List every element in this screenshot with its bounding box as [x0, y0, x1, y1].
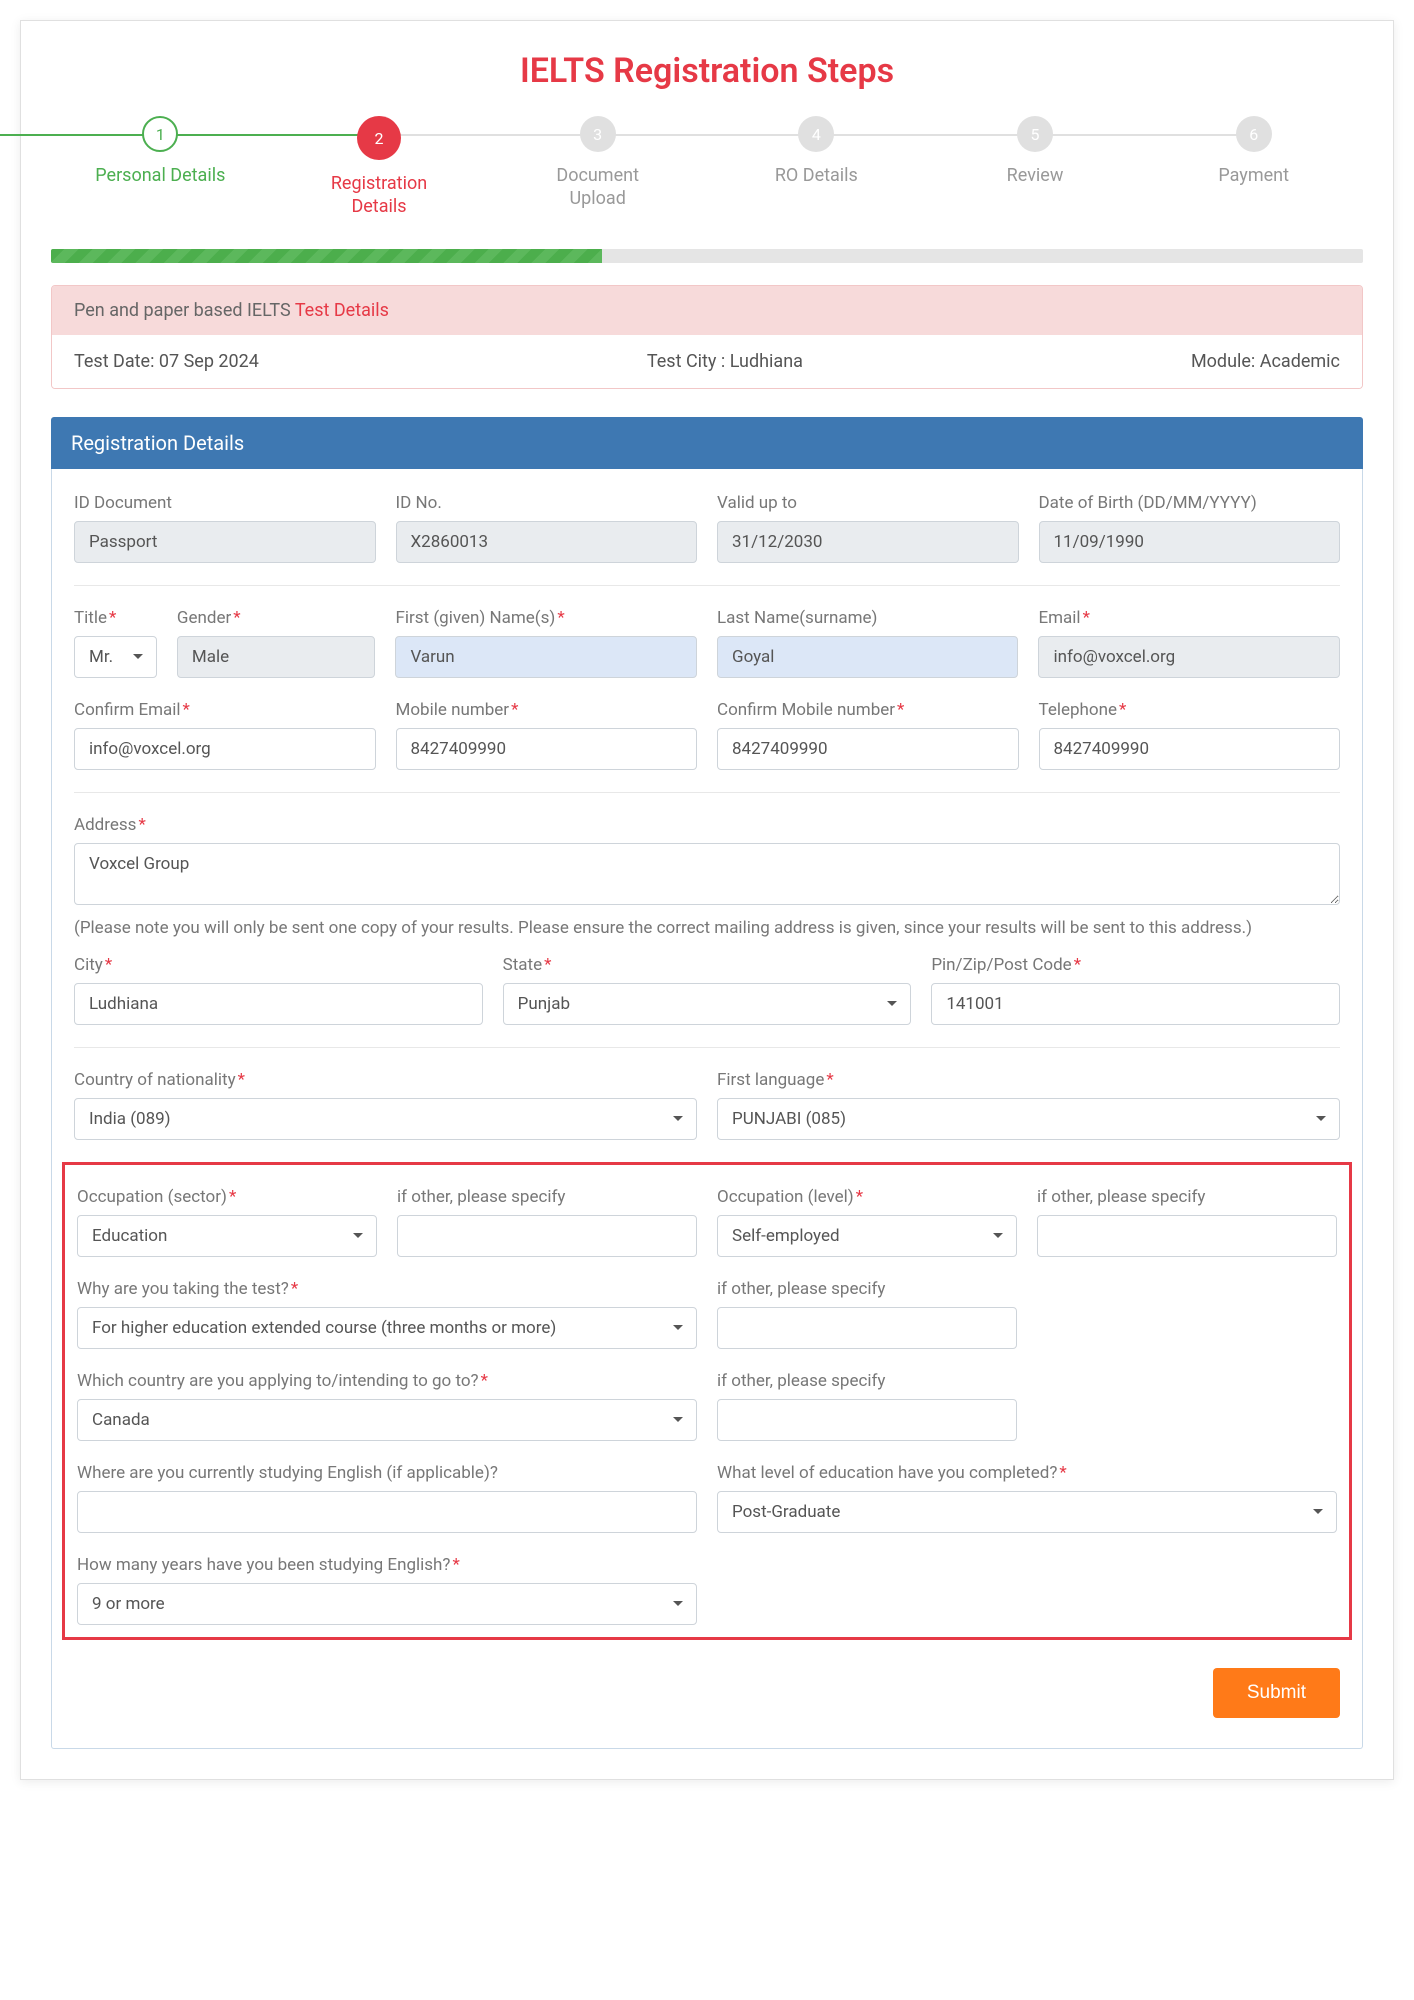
label-telephone: Telephone* — [1039, 700, 1341, 720]
education-level-select[interactable]: Post-Graduate — [717, 1491, 1337, 1533]
test-details-link[interactable]: Test Details — [295, 300, 389, 321]
confirm-mobile-input[interactable] — [717, 728, 1019, 770]
label-last-name: Last Name(surname) — [717, 608, 1019, 628]
label-gender: Gender* — [177, 608, 376, 628]
label-years-english: How many years have you been studying En… — [77, 1555, 697, 1575]
state-select[interactable]: Punjab — [503, 983, 912, 1025]
mobile-input[interactable] — [396, 728, 698, 770]
title-select[interactable]: Mr. — [74, 636, 157, 678]
step-circle: 3 — [580, 116, 616, 152]
label-valid-upto: Valid up to — [717, 493, 1019, 513]
label-pin: Pin/Zip/Post Code* — [931, 955, 1340, 975]
occupation-level-select[interactable]: Self-employed — [717, 1215, 1017, 1257]
submit-button[interactable]: Submit — [1213, 1668, 1340, 1718]
step-2[interactable]: 2 RegistrationDetails — [270, 116, 489, 219]
years-english-select[interactable]: 9 or more — [77, 1583, 697, 1625]
label-city: City* — [74, 955, 483, 975]
label-occ-level: Occupation (level)* — [717, 1187, 1017, 1207]
label-confirm-email: Confirm Email* — [74, 700, 376, 720]
step-label: RO Details — [707, 164, 926, 187]
progress-bar — [51, 249, 1363, 263]
first-language-select[interactable]: PUNJABI (085) — [717, 1098, 1340, 1140]
label-country-apply-other: if other, please specify — [717, 1371, 1017, 1391]
valid-upto-input[interactable] — [717, 521, 1019, 563]
id-no-input[interactable] — [396, 521, 698, 563]
step-6[interactable]: 6 Payment — [1144, 116, 1363, 187]
occupation-sector-other-input[interactable] — [397, 1215, 697, 1257]
pin-input[interactable] — [931, 983, 1340, 1025]
section-body: ID Document Passport ID No. Valid up to … — [51, 469, 1363, 1749]
test-date: Test Date: 07 Sep 2024 — [74, 351, 259, 372]
label-dob: Date of Birth (DD/MM/YYYY) — [1039, 493, 1341, 513]
step-4[interactable]: 4 RO Details — [707, 116, 926, 187]
label-occ-sector-other: if other, please specify — [397, 1187, 697, 1207]
section-header: Registration Details — [51, 417, 1363, 469]
test-city: Test City : Ludhiana — [647, 351, 803, 372]
label-first-name: First (given) Name(s)* — [395, 608, 697, 628]
label-email: Email* — [1038, 608, 1340, 628]
id-document-select[interactable]: Passport — [74, 521, 376, 563]
label-id-no: ID No. — [396, 493, 698, 513]
label-state: State* — [503, 955, 912, 975]
registration-container: IELTS Registration Steps 1 Personal Detai… — [20, 20, 1394, 1780]
why-test-select[interactable]: For higher education extended course (th… — [77, 1307, 697, 1349]
test-banner-prefix: Pen and paper based IELTS — [74, 300, 295, 321]
label-mobile: Mobile number* — [396, 700, 698, 720]
last-name-input[interactable] — [717, 636, 1019, 678]
step-circle: 5 — [1017, 116, 1053, 152]
city-input[interactable] — [74, 983, 483, 1025]
telephone-input[interactable] — [1039, 728, 1341, 770]
label-study-where: Where are you currently studying English… — [77, 1463, 697, 1483]
test-details-banner: Pen and paper based IELTS Test Details T… — [51, 285, 1363, 389]
step-1[interactable]: 1 Personal Details — [51, 116, 270, 187]
label-address: Address* — [74, 815, 1340, 835]
step-circle: 6 — [1236, 116, 1272, 152]
label-confirm-mobile: Confirm Mobile number* — [717, 700, 1019, 720]
nationality-select[interactable]: India (089) — [74, 1098, 697, 1140]
label-country-apply: Which country are you applying to/intend… — [77, 1371, 697, 1391]
address-textarea[interactable]: Voxcel Group — [74, 843, 1340, 905]
label-title: Title* — [74, 608, 157, 628]
occupation-level-other-input[interactable] — [1037, 1215, 1337, 1257]
label-why-test-other: if other, please specify — [717, 1279, 1017, 1299]
label-why-test: Why are you taking the test?* — [77, 1279, 697, 1299]
why-test-other-input[interactable] — [717, 1307, 1017, 1349]
gender-select[interactable]: Male — [177, 636, 376, 678]
step-label: Review — [926, 164, 1145, 187]
step-3[interactable]: 3 DocumentUpload — [488, 116, 707, 211]
stepper: 1 Personal Details 2 RegistrationDetails 3 Do… — [51, 116, 1363, 219]
test-module: Module: Academic — [1191, 351, 1340, 372]
address-note: (Please note you will only be sent one c… — [74, 917, 1340, 941]
country-apply-select[interactable]: Canada — [77, 1399, 697, 1441]
label-id-document: ID Document — [74, 493, 376, 513]
step-5[interactable]: 5 Review — [926, 116, 1145, 187]
first-name-input[interactable] — [395, 636, 697, 678]
email-input[interactable] — [1038, 636, 1340, 678]
step-circle: 1 — [142, 116, 178, 152]
page-title: IELTS Registration Steps — [51, 51, 1363, 91]
progress-fill — [51, 249, 602, 263]
step-label: Personal Details — [51, 164, 270, 187]
step-label: DocumentUpload — [488, 164, 707, 211]
country-apply-other-input[interactable] — [717, 1399, 1017, 1441]
occupation-sector-select[interactable]: Education — [77, 1215, 377, 1257]
study-where-input[interactable] — [77, 1491, 697, 1533]
label-occ-sector: Occupation (sector)* — [77, 1187, 377, 1207]
dob-input[interactable] — [1039, 521, 1341, 563]
step-label: Payment — [1144, 164, 1363, 187]
test-banner-body: Test Date: 07 Sep 2024 Test City : Ludhi… — [52, 335, 1362, 388]
label-first-language: First language* — [717, 1070, 1340, 1090]
step-circle: 2 — [357, 116, 401, 160]
label-education-level: What level of education have you complet… — [717, 1463, 1337, 1483]
step-circle: 4 — [798, 116, 834, 152]
confirm-email-input[interactable] — [74, 728, 376, 770]
test-banner-header: Pen and paper based IELTS Test Details — [52, 286, 1362, 335]
label-occ-level-other: if other, please specify — [1037, 1187, 1337, 1207]
highlighted-section: Occupation (sector)* Education if other,… — [62, 1162, 1352, 1640]
label-nationality: Country of nationality* — [74, 1070, 697, 1090]
step-label: RegistrationDetails — [270, 172, 489, 219]
